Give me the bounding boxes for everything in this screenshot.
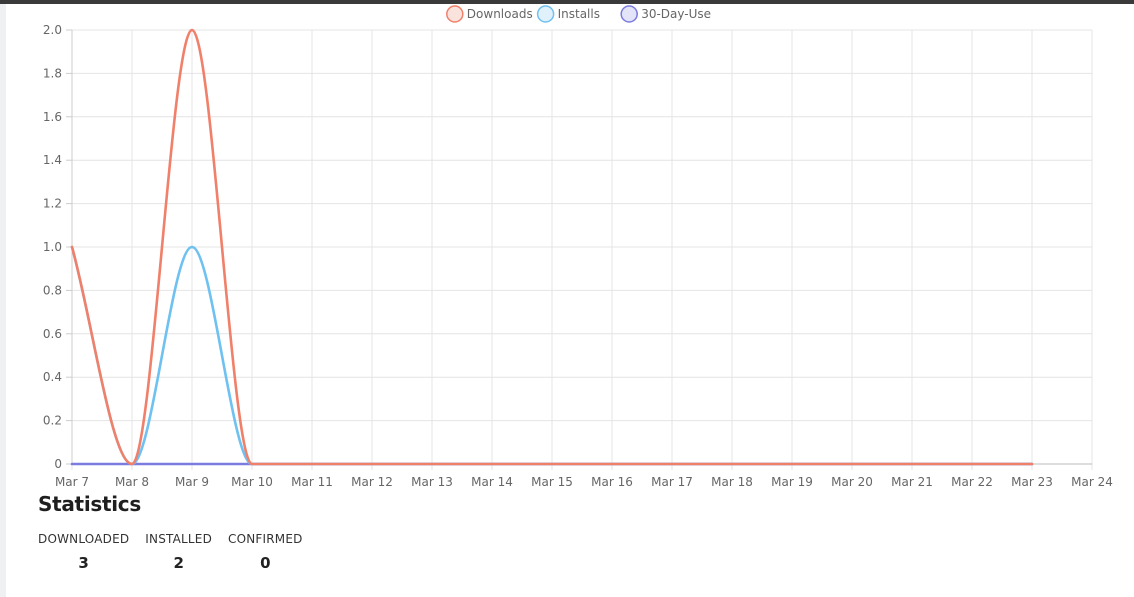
x-tick-label: Mar 10 bbox=[231, 475, 273, 489]
y-tick-label: 0.8 bbox=[43, 283, 62, 297]
line-chart: 0 0.2 0.4 0.6 0.8 1.0 1.2 1.4 1.6 1.8 2.0 Mar 7 Mar … bbox=[43, 5, 1113, 489]
stat-label: CONFIRMED bbox=[228, 532, 303, 546]
x-tick-label: Mar 16 bbox=[591, 475, 633, 489]
legend-label: Installs bbox=[558, 7, 600, 21]
y-tick-label: 0 bbox=[54, 457, 62, 471]
stat-downloaded: DOWNLOADED 3 bbox=[38, 532, 129, 572]
stat-value: 2 bbox=[173, 554, 184, 572]
y-tick-label: 1.8 bbox=[43, 66, 62, 80]
x-tick-label: Mar 9 bbox=[175, 475, 209, 489]
x-tick-label: Mar 23 bbox=[1011, 475, 1053, 489]
legend-marker bbox=[446, 5, 464, 23]
y-tick-label: 2.0 bbox=[43, 23, 62, 37]
statistics-title: Statistics bbox=[38, 492, 141, 516]
legend-label: Downloads bbox=[467, 7, 533, 21]
x-tick-label: Mar 19 bbox=[771, 475, 813, 489]
x-tick-label: Mar 17 bbox=[651, 475, 693, 489]
x-tick-label: Mar 11 bbox=[291, 475, 333, 489]
x-tick-label: Mar 8 bbox=[115, 475, 149, 489]
y-tick-label: 0.4 bbox=[43, 370, 62, 384]
y-tick-label: 1.4 bbox=[43, 153, 62, 167]
statistics-row: DOWNLOADED 3 INSTALLED 2 CONFIRMED 0 bbox=[38, 532, 319, 572]
y-tick-label: 0.6 bbox=[43, 327, 62, 341]
x-tick-label: Mar 20 bbox=[831, 475, 873, 489]
y-tick-label: 1.6 bbox=[43, 110, 62, 124]
statistics-panel: Statistics DOWNLOADED 3 INSTALLED 2 CONF… bbox=[38, 492, 319, 572]
x-tick-label: Mar 21 bbox=[891, 475, 933, 489]
stat-value: 0 bbox=[260, 554, 271, 572]
stat-label: DOWNLOADED bbox=[38, 532, 130, 546]
y-tick-label: 1.2 bbox=[43, 197, 62, 211]
legend-marker bbox=[536, 5, 555, 23]
x-tick-label: Mar 12 bbox=[351, 475, 393, 489]
stat-label: INSTALLED bbox=[145, 532, 213, 546]
y-tick-label: 0.2 bbox=[43, 414, 62, 428]
x-tick-label: Mar 24 bbox=[1071, 475, 1113, 489]
stat-value: 3 bbox=[78, 554, 89, 572]
x-tick-label: Mar 14 bbox=[471, 475, 513, 489]
x-tick-label: Mar 7 bbox=[55, 475, 89, 489]
x-tick-label: Mar 22 bbox=[951, 475, 993, 489]
x-tick-label: Mar 18 bbox=[711, 475, 753, 489]
legend-marker bbox=[620, 5, 638, 23]
x-tick-label: Mar 15 bbox=[531, 475, 573, 489]
x-tick-label: Mar 13 bbox=[411, 475, 453, 489]
stat-confirmed: CONFIRMED 0 bbox=[228, 532, 303, 572]
stat-installed: INSTALLED 2 bbox=[145, 532, 212, 572]
legend-label: 30-Day-Use bbox=[641, 7, 711, 21]
y-tick-label: 1.0 bbox=[43, 240, 62, 254]
